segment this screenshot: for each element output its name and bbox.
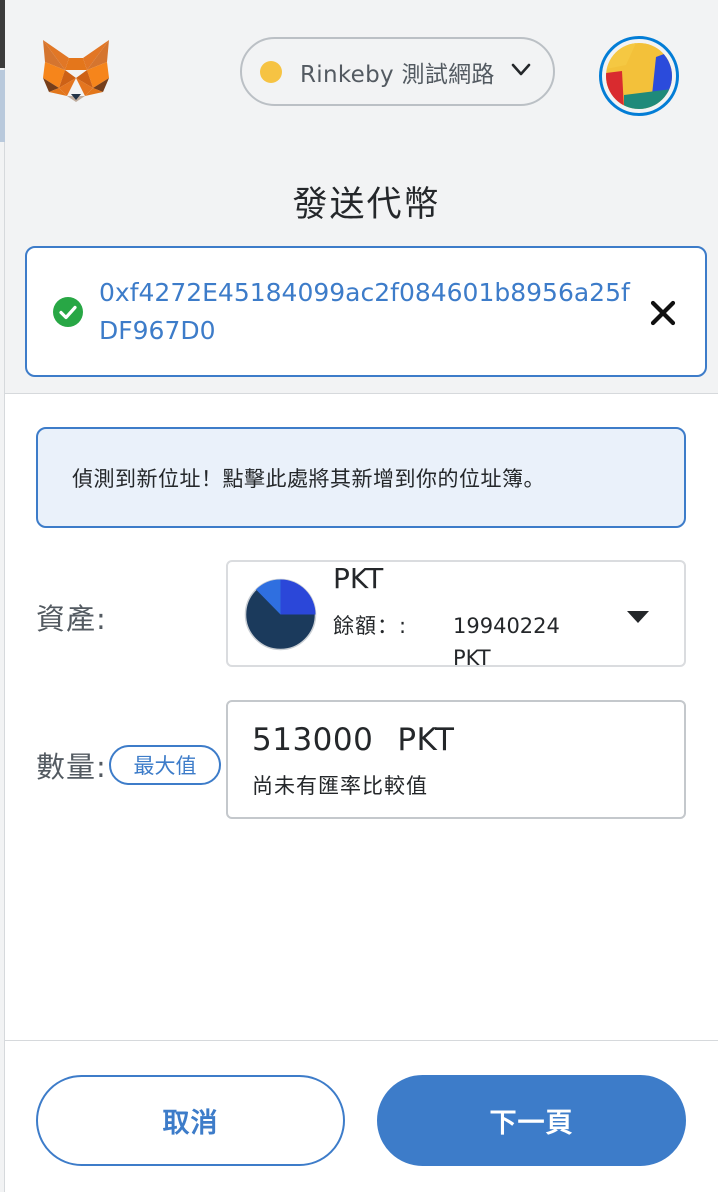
amount-unit: PKT: [397, 722, 455, 758]
token-icon: [244, 578, 317, 651]
asset-selector[interactable]: PKT 餘額：: 19940224 PKT: [226, 560, 686, 670]
account-avatar[interactable]: [599, 36, 679, 116]
network-status-dot: [260, 60, 282, 83]
check-circle-icon: [53, 297, 83, 327]
amount-input[interactable]: 513000 PKT 尚未有匯率比較值: [226, 700, 686, 819]
close-icon[interactable]: [650, 300, 676, 326]
max-amount-button[interactable]: 最大值: [109, 745, 221, 785]
recipient-address[interactable]: 0xf4272E45184099ac2f084601b8956a25fDF967…: [99, 274, 639, 350]
asset-label: 資產:: [36, 602, 107, 636]
token-symbol: PKT: [333, 562, 384, 595]
caret-down-icon: [627, 611, 649, 623]
network-selector[interactable]: Rinkeby 測試網路: [240, 37, 555, 106]
fiat-conversion-note: 尚未有匯率比較值: [252, 774, 428, 798]
footer-divider: [5, 1040, 718, 1041]
chevron-down-icon: [511, 63, 531, 76]
balance-label: 餘額：:: [333, 614, 408, 638]
amount-value: 513000: [252, 722, 374, 758]
metamask-fox-icon: [43, 40, 109, 102]
add-to-address-book-notice[interactable]: 偵測到新位址！點擊此處將其新增到你的位址簿。: [36, 427, 686, 528]
next-button[interactable]: 下一頁: [377, 1075, 686, 1166]
cancel-button[interactable]: 取消: [36, 1075, 345, 1166]
header-area: Rinkeby 測試網路 發送代幣 0xf4272E45184099ac2f08…: [5, 0, 718, 394]
recipient-address-box: 0xf4272E45184099ac2f084601b8956a25fDF967…: [25, 246, 707, 377]
network-label: Rinkeby 測試網路: [300, 61, 495, 88]
amount-label: 數量:: [36, 750, 107, 784]
page-title: 發送代幣: [292, 185, 441, 225]
balance-value: 19940224 PKT: [453, 614, 560, 670]
amount-value-row: 513000 PKT: [252, 722, 454, 758]
account-identicon: [606, 43, 672, 109]
